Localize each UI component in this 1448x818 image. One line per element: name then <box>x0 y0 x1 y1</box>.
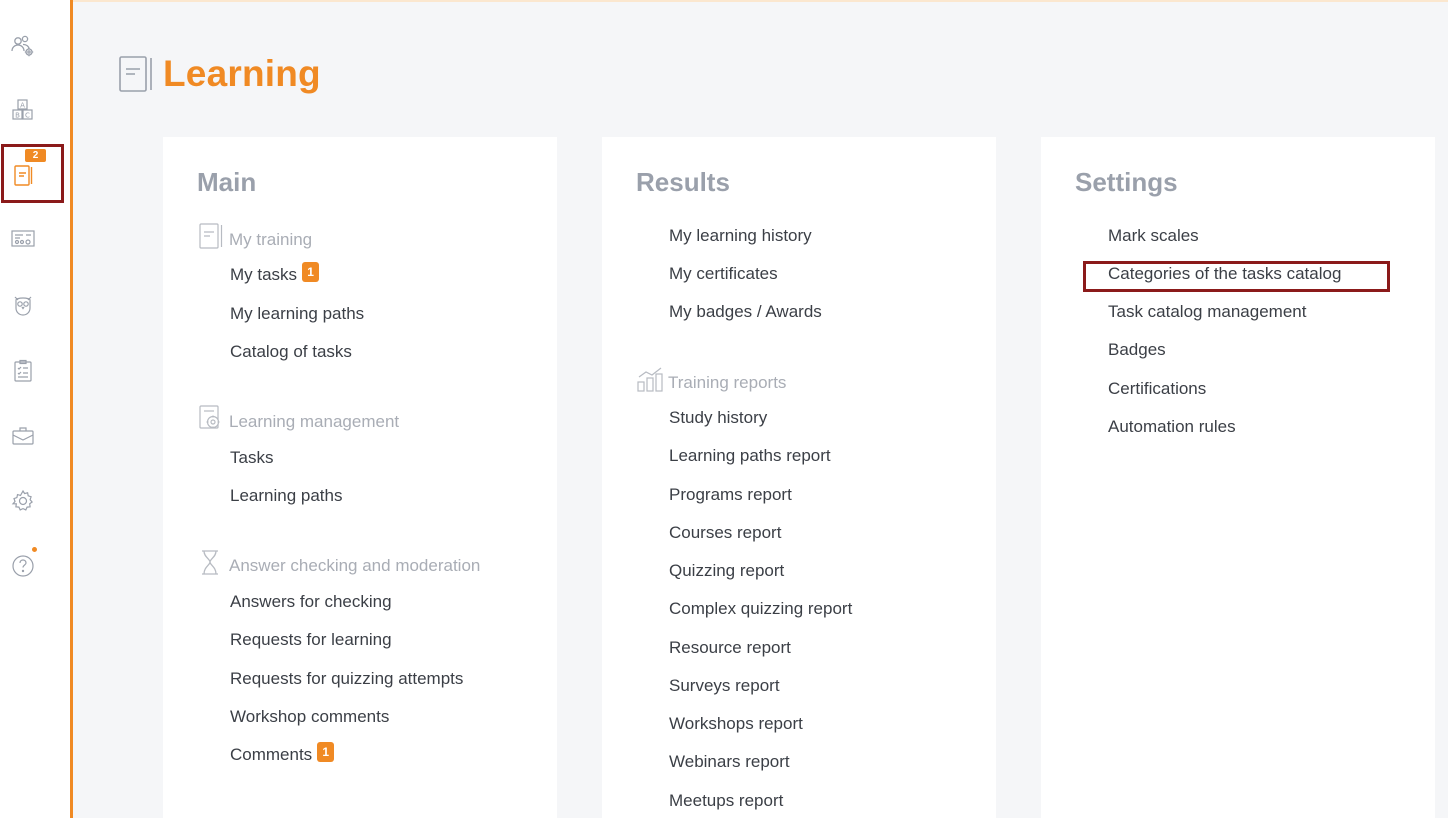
group-answer-checking: Answer checking and moderation <box>197 548 480 576</box>
link-badges[interactable]: Badges <box>1108 339 1166 361</box>
link-my-learning-history[interactable]: My learning history <box>669 225 812 247</box>
group-training-reports: Training reports <box>636 365 786 393</box>
link-comments[interactable]: Comments 1 <box>230 742 335 766</box>
settings-card: Settings Mark scales Categories of the t… <box>1041 137 1435 818</box>
link-tasks[interactable]: Tasks <box>230 447 273 469</box>
svg-text:A: A <box>20 102 25 110</box>
link-my-badges-awards[interactable]: My badges / Awards <box>669 301 822 323</box>
link-quizzing-report[interactable]: Quizzing report <box>669 560 784 582</box>
bar-chart-icon <box>637 367 663 392</box>
link-meetups-report[interactable]: Meetups report <box>669 790 783 812</box>
owl-icon[interactable] <box>8 290 38 320</box>
my-tasks-count-badge: 1 <box>302 262 320 282</box>
gear-icon[interactable] <box>8 486 38 516</box>
users-gear-icon[interactable] <box>8 31 38 61</box>
link-my-learning-paths[interactable]: My learning paths <box>230 303 364 325</box>
clipboard-checklist-icon[interactable] <box>8 356 38 386</box>
results-card-title: Results <box>636 167 730 197</box>
results-card: Results My learning history My certifica… <box>602 137 996 818</box>
link-complex-quizzing-report[interactable]: Complex quizzing report <box>669 598 852 620</box>
main-card-title: Main <box>197 167 257 197</box>
link-my-tasks[interactable]: My tasks 1 <box>230 262 320 286</box>
top-accent-line <box>0 0 1448 2</box>
link-learning-paths-report[interactable]: Learning paths report <box>669 445 831 467</box>
sidebar-nav: A B C 2 <box>0 0 70 818</box>
dashboard-screen-icon[interactable] <box>8 224 38 254</box>
help-notification-dot <box>31 546 38 553</box>
link-resource-report[interactable]: Resource report <box>669 637 791 659</box>
link-workshop-comments[interactable]: Workshop comments <box>230 706 389 728</box>
link-my-certificates[interactable]: My certificates <box>669 263 778 285</box>
group-my-training: My training <box>197 222 312 250</box>
link-study-history[interactable]: Study history <box>669 407 767 429</box>
svg-text:B: B <box>15 112 20 120</box>
svg-text:C: C <box>25 112 30 120</box>
page-title: Learning <box>163 53 321 94</box>
link-task-catalog-management[interactable]: Task catalog management <box>1108 301 1306 323</box>
book-icon <box>117 54 157 94</box>
link-learning-paths[interactable]: Learning paths <box>230 485 342 507</box>
link-mark-scales[interactable]: Mark scales <box>1108 225 1199 247</box>
link-catalog-of-tasks[interactable]: Catalog of tasks <box>230 341 352 363</box>
help-icon[interactable] <box>8 550 38 580</box>
sidebar-divider <box>70 0 73 818</box>
highlight-frame-categories <box>1083 261 1390 292</box>
link-requests-for-learning[interactable]: Requests for learning <box>230 629 392 651</box>
main-card: Main My training My tasks 1 My learning … <box>163 137 557 818</box>
page-header: Learning <box>117 52 321 96</box>
settings-card-title: Settings <box>1075 167 1178 197</box>
learning-nav-badge: 2 <box>25 149 46 162</box>
link-workshops-report[interactable]: Workshops report <box>669 713 803 735</box>
hourglass-icon <box>202 550 218 575</box>
link-automation-rules[interactable]: Automation rules <box>1108 416 1236 438</box>
link-answers-for-checking[interactable]: Answers for checking <box>230 591 392 613</box>
comments-count-badge: 1 <box>317 742 335 762</box>
link-programs-report[interactable]: Programs report <box>669 484 792 506</box>
link-webinars-report[interactable]: Webinars report <box>669 751 790 773</box>
link-surveys-report[interactable]: Surveys report <box>669 675 780 697</box>
abc-blocks-icon[interactable]: A B C <box>8 95 38 125</box>
briefcase-icon[interactable] <box>8 421 38 451</box>
book-gear-icon <box>199 405 220 429</box>
book-icon <box>199 223 223 249</box>
link-certifications[interactable]: Certifications <box>1108 378 1206 400</box>
link-requests-for-quizzing-attempts[interactable]: Requests for quizzing attempts <box>230 668 463 690</box>
link-courses-report[interactable]: Courses report <box>669 522 781 544</box>
group-learning-management: Learning management <box>197 404 399 432</box>
